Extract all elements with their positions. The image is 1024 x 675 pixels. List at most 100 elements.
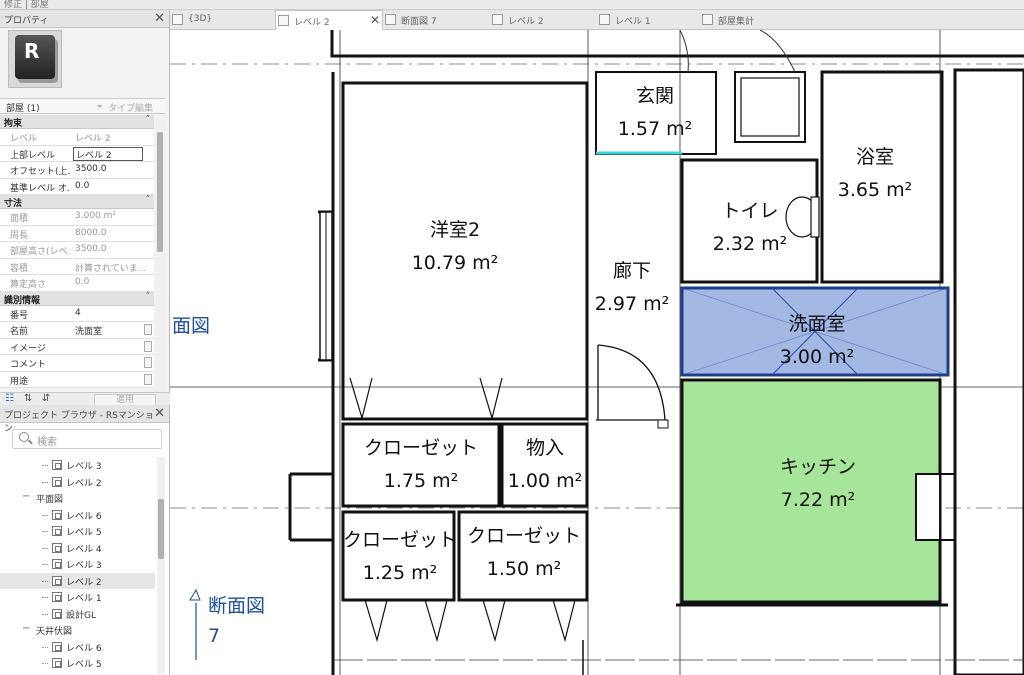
property-value[interactable]: 洗面室 [75, 324, 149, 337]
browser-group[interactable]: − 平面図 [0, 490, 155, 507]
view-icon [52, 526, 62, 536]
type-selector[interactable]: 部屋 (1) ⌄ タイプ編集 [0, 98, 165, 114]
room-name-label[interactable]: キッチン [748, 456, 888, 478]
collapse-icon[interactable]: − [22, 491, 30, 502]
room-area-label[interactable]: 1.00 m² [475, 470, 615, 492]
room-area-label[interactable]: 1.25 m² [330, 562, 470, 584]
section-tag-2-title[interactable]: 断面図 [208, 595, 265, 617]
property-value[interactable]: 0.0 [75, 181, 149, 191]
property-key: コメント [10, 360, 47, 370]
sort-icon[interactable]: ☷ [5, 393, 14, 404]
property-key: 部屋高さ(レベ... [10, 247, 70, 257]
browser-view-item[interactable]: レベル 6 [0, 507, 155, 524]
room-area-label[interactable]: 7.22 m² [748, 489, 888, 511]
property-row[interactable]: オフセット(上... 3500.0 [0, 162, 154, 179]
room-area-label[interactable]: 2.97 m² [562, 293, 702, 315]
property-key: 算定高さ [10, 280, 47, 290]
view-tab-icon [385, 14, 396, 25]
property-key: 番号 [10, 310, 29, 321]
chevron-down-icon[interactable]: ⌄ [96, 100, 104, 110]
property-row[interactable]: イメージ [0, 338, 154, 355]
browser-scrollbar[interactable] [157, 457, 165, 675]
properties-section[interactable]: 拘束 ˄ [0, 115, 154, 129]
view-icon [52, 641, 62, 652]
browser-view-item[interactable]: レベル 4 [0, 540, 155, 557]
edit-value-button[interactable] [144, 373, 152, 385]
edit-value-button[interactable] [144, 357, 152, 368]
edit-value-button[interactable] [144, 340, 152, 352]
browser-view-item[interactable]: レベル 3 [0, 556, 155, 573]
room-area-label[interactable]: 2.32 m² [680, 233, 820, 255]
browser-view-item[interactable]: レベル 6 [0, 639, 155, 656]
properties-close-icon[interactable]: ✕ [154, 11, 165, 26]
collapse-icon[interactable]: − [22, 623, 30, 634]
view-tab-icon [278, 15, 289, 26]
collapse-icon[interactable]: ˄ [146, 292, 151, 302]
property-value[interactable]: 3500.0 [75, 164, 149, 174]
view-tab-label: 断面図 7 [401, 17, 437, 27]
properties-section[interactable]: 識別情報 ˄ [0, 291, 154, 306]
room-area-label[interactable]: 1.75 m² [351, 470, 491, 492]
collapse-icon[interactable]: ˄ [146, 195, 151, 205]
browser-view-item[interactable]: レベル 5 [0, 655, 155, 672]
view-tab[interactable]: 断面図 7 [383, 10, 488, 30]
browser-close-icon[interactable]: ✕ [154, 406, 165, 421]
room-name-label[interactable]: 物入 [475, 437, 615, 459]
room-area-label[interactable]: 3.00 m² [747, 346, 887, 368]
properties-section[interactable]: 寸法 ˄ [0, 195, 154, 209]
property-row[interactable]: 番号 4 [0, 305, 154, 322]
edit-value-button[interactable] [144, 324, 152, 335]
view-tab[interactable]: レベル 1 [597, 10, 697, 30]
property-row[interactable]: 名前 洗面室 [0, 322, 154, 339]
close-tab-icon[interactable]: ✕ [370, 13, 380, 27]
view-tab[interactable]: レベル 2 [490, 10, 595, 30]
room-area-label[interactable]: 3.65 m² [805, 179, 945, 201]
room-name-label[interactable]: 玄関 [585, 85, 725, 107]
property-key: 容積 [10, 263, 29, 274]
section-tag-1[interactable]: 面図 [172, 315, 210, 337]
view-tab-icon [172, 14, 183, 25]
section-tag-2-number[interactable]: 7 [208, 625, 220, 647]
browser-view-item[interactable]: レベル 2 [0, 572, 155, 589]
sort-ascending-icon[interactable]: ⇅ [24, 393, 32, 404]
browser-group-label: 天井伏図 [36, 627, 73, 637]
room-name-label[interactable]: クローゼット [454, 525, 594, 547]
view-tab[interactable]: 部屋集計 [700, 10, 810, 30]
room-name-label[interactable]: 浴室 [805, 146, 945, 168]
browser-view-item[interactable]: レベル 2 [0, 474, 155, 491]
browser-search-input[interactable]: 検索 [12, 429, 162, 449]
browser-group[interactable]: − 天井伏図 [0, 622, 155, 639]
room-name-label[interactable]: 廊下 [562, 260, 702, 282]
floor-plan-canvas[interactable]: 玄関 1.57 m² 浴室 3.65 m² 洋室2 10.79 m² トイレ 2.32 m² 廊… [170, 30, 1024, 675]
collapse-icon[interactable]: ˄ [146, 115, 151, 125]
browser-view-item[interactable]: レベル 3 [0, 457, 155, 474]
property-row[interactable]: 基準レベル オ... 0.0 [0, 178, 154, 195]
property-row[interactable]: 用途 [0, 371, 154, 388]
property-value[interactable]: 4 [75, 308, 149, 318]
sort-descending-icon[interactable]: ⇵ [42, 393, 50, 404]
property-key: 名前 [10, 327, 29, 337]
type-edit-button[interactable]: タイプ編集 [108, 101, 153, 114]
view-tab[interactable]: {3D} [170, 10, 270, 30]
room-area-label[interactable]: 10.79 m² [385, 252, 525, 274]
browser-view-item[interactable]: レベル 5 [0, 523, 155, 540]
room-name-label[interactable]: 洋室2 [385, 219, 525, 241]
browser-tree: レベル 3 レベル 2− 平面図 レベル 6 レベル 5 レベル 4 レベル 3 レベル 2レ… [0, 457, 155, 672]
view-icon [52, 592, 62, 602]
room-name-label[interactable]: トイレ [680, 200, 820, 222]
browser-view-item[interactable]: 設計GL [0, 606, 155, 623]
properties-scrollbar[interactable] [156, 120, 165, 395]
properties-panel: プロパティ ✕ R 部屋 (1) ⌄ タイプ編集 拘束 ˄ レベル レベル 2 上部レベ… [0, 10, 170, 407]
browser-item-label: レベル 2 [66, 577, 102, 588]
room-area-label[interactable]: 1.50 m² [454, 558, 594, 580]
properties-table: 拘束 ˄ レベル レベル 2 上部レベル レベル 2 オフセット(上... 3500.0 基準レ… [0, 115, 154, 388]
property-row[interactable]: 上部レベル レベル 2 [0, 145, 154, 162]
room-name-label[interactable]: クローゼット [351, 437, 491, 459]
property-value-input[interactable]: レベル 2 [73, 146, 143, 161]
property-row[interactable]: コメント [0, 355, 154, 372]
room-area-label[interactable]: 1.57 m² [585, 118, 725, 140]
room-name-label[interactable]: 洗面室 [747, 313, 887, 335]
view-tab[interactable]: レベル 2 ✕ [275, 10, 383, 30]
browser-view-item[interactable]: レベル 1 [0, 589, 155, 606]
room-name-label[interactable]: クローゼット [330, 529, 470, 551]
